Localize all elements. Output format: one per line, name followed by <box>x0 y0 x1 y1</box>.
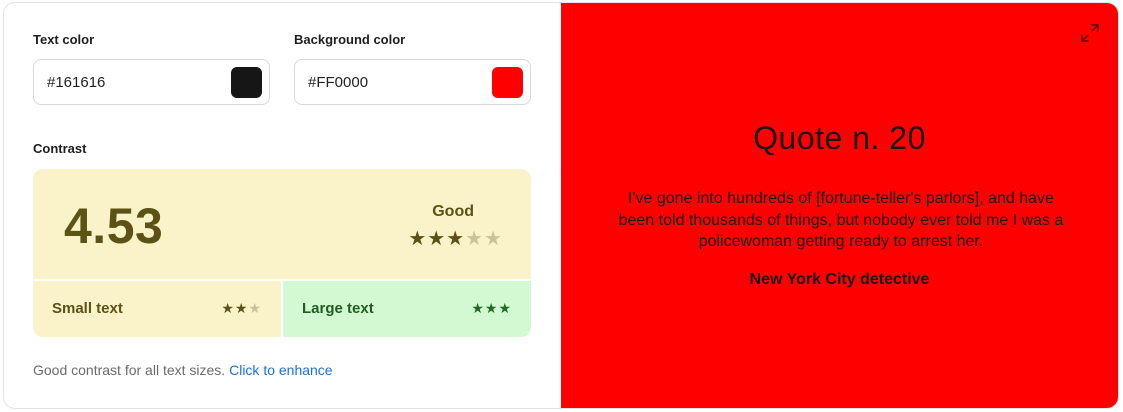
small-text-label: Small text <box>52 300 123 317</box>
text-color-field[interactable] <box>33 59 270 105</box>
star-icon: ★ <box>446 228 466 250</box>
background-color-label: Background color <box>294 32 406 47</box>
star-icon: ★ <box>234 300 249 316</box>
quote-title: Quote n. 20 <box>753 120 926 156</box>
enhance-link[interactable]: Click to enhance <box>229 362 333 378</box>
preview-panel: Quote n. 20 I've gone into hundreds of [… <box>561 3 1118 408</box>
contrast-checker-card: Text color Background color Contrast 4.5… <box>3 2 1119 409</box>
star-icon: ★ <box>498 300 512 316</box>
background-color-field[interactable] <box>294 59 531 105</box>
contrast-result: 4.53 Good ★★★★★ Small text ★★★ Large tex… <box>33 169 531 337</box>
text-color-label: Text color <box>33 32 95 47</box>
star-empty-icon: ★ <box>465 228 485 250</box>
small-text-stars: ★★★ <box>221 300 262 317</box>
contrast-summary: 4.53 Good ★★★★★ <box>33 169 531 279</box>
controls-panel: Text color Background color Contrast 4.5… <box>4 3 561 408</box>
expand-icon[interactable] <box>1080 23 1100 43</box>
background-color-swatch[interactable] <box>492 67 523 98</box>
contrast-footer: Good contrast for all text sizes. Click … <box>33 362 333 378</box>
large-text-rating: Large text ★★★ <box>283 281 531 337</box>
background-color-input[interactable] <box>308 73 478 91</box>
text-color-swatch[interactable] <box>231 67 262 98</box>
contrast-ratio: 4.53 <box>64 198 164 254</box>
contrast-rating: Good <box>432 203 474 220</box>
contrast-label: Contrast <box>33 141 87 156</box>
star-empty-icon: ★ <box>484 228 503 250</box>
text-color-input[interactable] <box>47 73 217 91</box>
small-text-rating: Small text ★★★ <box>33 281 281 337</box>
rating-stars: ★★★★★ <box>408 226 503 251</box>
star-icon: ★ <box>221 300 235 316</box>
star-icon: ★ <box>484 300 499 316</box>
large-text-label: Large text <box>302 300 374 317</box>
star-icon: ★ <box>427 228 447 250</box>
star-icon: ★ <box>408 228 428 250</box>
star-icon: ★ <box>471 300 485 316</box>
quote-author: New York City detective <box>749 271 930 288</box>
large-text-stars: ★★★ <box>471 300 512 317</box>
quote-text: I've gone into hundreds of [fortune-tell… <box>618 190 1064 250</box>
star-empty-icon: ★ <box>248 300 262 316</box>
footer-message: Good contrast for all text sizes. <box>33 362 226 378</box>
